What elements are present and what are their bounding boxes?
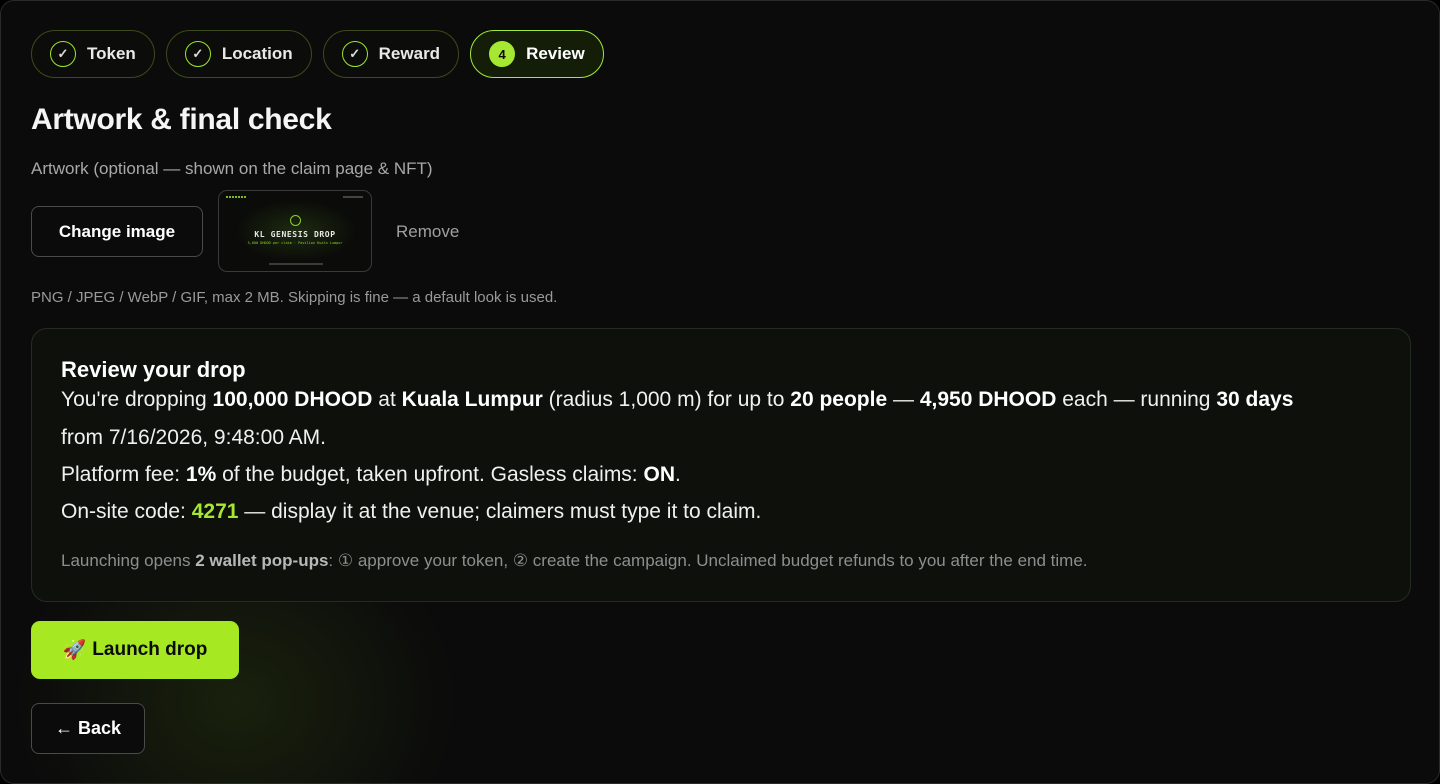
step-reward[interactable]: ✓ Reward [322,30,460,78]
step-label: Reward [378,44,441,63]
review-fee-line: Platform fee: 1% of the budget, taken up… [61,463,681,486]
page-title: Artwork & final check [31,103,332,136]
launch-label: Launch drop [92,639,208,660]
review-code-line: On-site code: 4271 — display it at the v… [61,500,762,523]
check-icon: ✓ [184,41,211,67]
preview-meta-mark [343,196,363,198]
check-icon: ✓ [50,41,76,67]
gasless-status: ON [643,463,675,486]
duration: 30 days [1216,388,1294,411]
review-summary-line: You're dropping 100,000 DHOOD at Kuala L… [61,388,1294,411]
stepper: ✓ Token ✓ Location ✓ Reward 4 Review [31,30,604,78]
back-button[interactable]: ← Back [31,703,145,754]
step-review[interactable]: 4 Review [470,30,604,78]
step-number-badge: 4 [489,41,516,67]
step-label: Review [526,44,585,63]
preview-brand-mark [226,196,246,198]
app-frame: ✓ Token ✓ Location ✓ Reward 4 Review Art… [0,0,1440,784]
preview-subtitle: 5,000 DHOOD per claim · Pavilion Kuala L… [247,241,343,245]
step-location[interactable]: ✓ Location [165,30,312,78]
drop-location: Kuala Lumpur [401,388,543,411]
step-label: Location [221,44,293,63]
step-token[interactable]: ✓ Token [31,30,155,78]
artwork-label: Artwork (optional — shown on the claim p… [31,159,433,178]
rocket-icon: 🚀 [62,640,87,661]
location-pin-icon [290,215,301,226]
review-note: Launching opens 2 wallet pop-ups: ① appr… [61,551,1088,570]
platform-fee: 1% [185,463,217,486]
launch-drop-button[interactable]: 🚀 Launch drop [31,621,239,679]
preview-footer-mark [269,263,323,265]
onsite-code: 4271 [191,500,239,523]
step-label: Token [87,44,136,63]
remove-image-link[interactable]: Remove [396,222,459,242]
budget-amount: 100,000 DHOOD [212,388,373,411]
people-count: 20 people [790,388,888,411]
check-icon: ✓ [341,41,368,67]
per-claim-amount: 4,950 DHOOD [919,388,1057,411]
artwork-preview: KL GENESIS DROP 5,000 DHOOD per claim · … [218,190,372,272]
preview-title: KL GENESIS DROP [254,230,336,239]
change-image-button[interactable]: Change image [31,206,203,257]
review-start-date: from 7/16/2026, 9:48:00 AM. [61,426,327,449]
review-title: Review your drop [61,357,246,382]
artwork-hint: PNG / JPEG / WebP / GIF, max 2 MB. Skipp… [31,289,558,306]
review-panel: Review your drop You're dropping 100,000… [31,328,1411,602]
